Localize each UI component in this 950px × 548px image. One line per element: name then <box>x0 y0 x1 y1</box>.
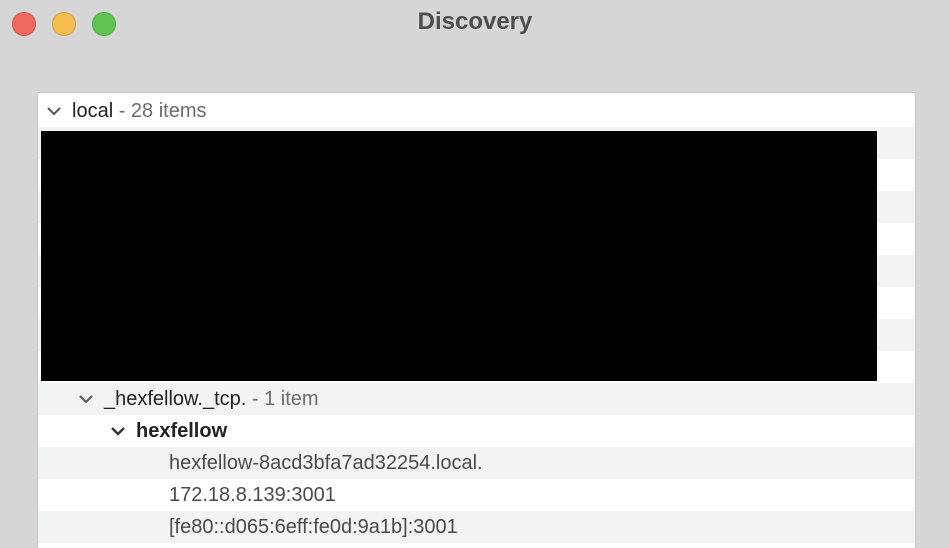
tree-count-local: - 28 items <box>113 100 207 122</box>
host-detail-hostname: hexfellow-8acd3bfa7ad32254.local. <box>169 452 483 474</box>
chevron-down-icon[interactable] <box>108 415 128 447</box>
chevron-down-icon[interactable] <box>76 383 96 415</box>
host-detail-row[interactable]: [fe80::d065:6eff:fe0d:9a1b]:3001 <box>38 511 915 543</box>
window-title: Discovery <box>417 8 533 35</box>
tree-row-local[interactable]: local - 28 items <box>38 95 915 127</box>
tree-label-host: hexfellow <box>136 420 228 442</box>
host-detail-ipv6: [fe80::d065:6eff:fe0d:9a1b]:3001 <box>169 516 458 538</box>
tree-label-local: local <box>72 100 114 122</box>
redacted-region <box>41 131 877 381</box>
tree-label-service: _hexfellow._tcp. <box>104 388 247 410</box>
tree-row-service[interactable]: _hexfellow._tcp. - 1 item <box>38 383 915 415</box>
tree-count-service: - 1 item <box>246 388 319 410</box>
discovery-tree[interactable]: local - 28 items _hexfellow._tcp. - 1 it… <box>37 92 916 548</box>
discovery-window: Discovery local - 28 items _hexfellow._t… <box>0 0 950 548</box>
chevron-down-icon[interactable] <box>44 95 64 127</box>
title-bar: Discovery <box>0 0 950 48</box>
host-detail-row[interactable]: hexfellow-8acd3bfa7ad32254.local. <box>38 447 915 479</box>
host-detail-ipv4: 172.18.8.139:3001 <box>169 484 336 506</box>
host-detail-row[interactable]: 172.18.8.139:3001 <box>38 479 915 511</box>
tree-row-host[interactable]: hexfellow <box>38 415 915 447</box>
